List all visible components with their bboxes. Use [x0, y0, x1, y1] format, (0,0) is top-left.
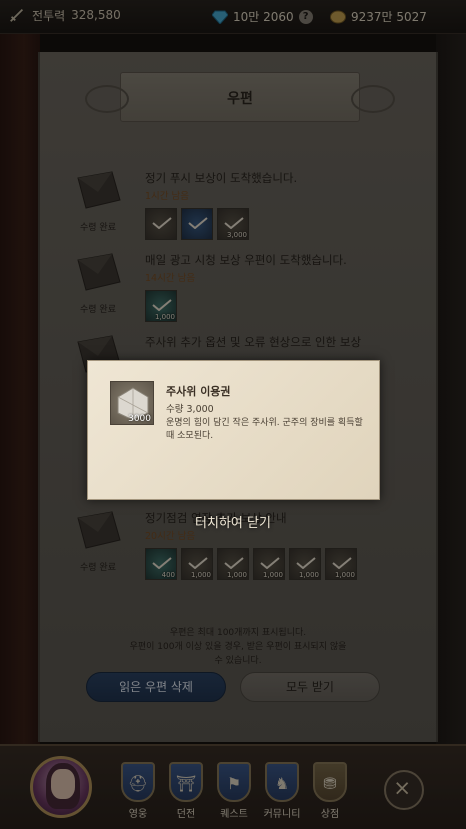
tap-to-close-hint[interactable]: 터치하여 닫기 [0, 512, 466, 531]
item-info-popup[interactable]: 3000 주사위 이용권 수량 3,000 운명의 힘이 담긴 작은 주사위. … [87, 360, 380, 500]
dice-ticket-icon-box: 3000 [110, 381, 154, 425]
item-name: 주사위 이용권 [166, 385, 231, 398]
item-description: 운명의 힘이 담긴 작은 주사위. 군주의 장비를 획득할 때 소모된다. [166, 418, 363, 441]
icon-qty: 3000 [128, 414, 151, 424]
item-quantity: 수량 3,000 [166, 404, 214, 415]
